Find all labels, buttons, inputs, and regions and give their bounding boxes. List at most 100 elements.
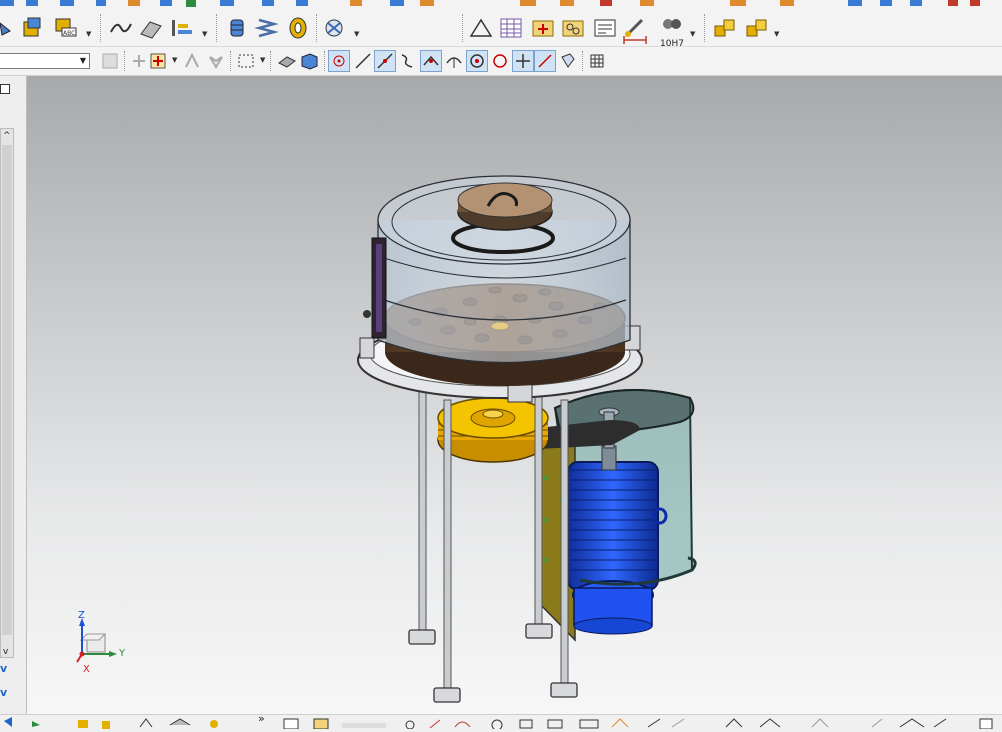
tool-table-button[interactable] [498, 16, 524, 40]
snap-on-curve-toggle[interactable] [534, 50, 556, 72]
selection-filter-dropdown[interactable]: ▼ [0, 53, 90, 69]
tool-icon [933, 718, 947, 728]
tool-icon [948, 0, 958, 6]
snap-quadrant-toggle[interactable] [490, 50, 510, 72]
tool-icon [611, 718, 629, 728]
leg-feet[interactable] [408, 623, 578, 703]
chevron-down-icon[interactable]: ▼ [80, 56, 86, 65]
axis-x-label: X [83, 664, 90, 675]
bottom-tool-icons[interactable] [4, 717, 993, 731]
tool-component-button[interactable] [744, 16, 770, 40]
toolbar-separator [100, 14, 102, 42]
toolbar-top-icons[interactable] [0, 0, 1002, 10]
tool-disabled-button[interactable] [100, 51, 120, 71]
tool-icon [579, 719, 599, 729]
chevron-down-icon[interactable]: v [0, 686, 7, 699]
snap-midpoint-toggle[interactable] [374, 50, 396, 72]
tool-solid-button[interactable] [298, 51, 320, 71]
snap-tangent-toggle[interactable] [444, 50, 464, 72]
tool-tolerance-button[interactable] [660, 15, 684, 33]
tool-icon [350, 0, 362, 6]
toolbar-row-2: ▼ ▼ ▼ [0, 47, 1002, 76]
toolbar-separator [124, 51, 126, 71]
tool-box-select-button[interactable] [236, 51, 256, 71]
tool-icon [128, 0, 140, 6]
3d-viewport[interactable]: Z Y X [27, 76, 1002, 714]
tool-disabled-button[interactable] [206, 51, 226, 71]
axis-y-label: Y [119, 648, 126, 659]
tool-add-point-button[interactable] [148, 51, 170, 71]
chevron-down-icon[interactable]: ▼ [260, 56, 265, 64]
tool-icon [671, 718, 685, 728]
scroll-up-arrow[interactable]: ^ [3, 131, 11, 141]
tool-grid-button[interactable] [588, 51, 606, 71]
toolbar-separator [462, 14, 464, 42]
snap-face-toggle[interactable] [558, 50, 578, 72]
tool-icon [220, 0, 234, 6]
model-render[interactable] [27, 76, 1002, 714]
toolbar-separator [316, 14, 318, 42]
tool-icon [519, 719, 533, 729]
chevron-down-icon[interactable]: ▼ [690, 30, 695, 38]
tool-snap-disabled-button[interactable] [130, 51, 148, 71]
tool-sweep-button[interactable] [138, 16, 164, 40]
chevron-down-icon[interactable]: ▼ [774, 30, 779, 38]
tool-surface-button[interactable] [108, 16, 134, 40]
tool-icon [4, 717, 12, 727]
tool-text-button[interactable]: ABC [54, 16, 80, 40]
snap-point-toggle[interactable] [512, 50, 534, 72]
tool-shaded-button[interactable] [276, 51, 298, 71]
bottom-toolbar: » [0, 712, 1002, 731]
snap-intersection-toggle[interactable] [420, 50, 442, 72]
dimension-icon[interactable] [622, 34, 648, 46]
svg-text:ABC: ABC [63, 30, 75, 37]
tool-icon [910, 0, 922, 6]
chevron-down-icon[interactable]: ▼ [172, 56, 177, 64]
tool-extrude-button[interactable] [20, 16, 44, 40]
tool-projected-view-button[interactable] [560, 16, 586, 40]
tool-rib-button[interactable] [170, 16, 198, 40]
scrollbar-thumb[interactable] [2, 145, 12, 635]
snap-curve-toggle[interactable] [398, 50, 418, 72]
tool-icon [160, 0, 172, 6]
tool-disabled-button[interactable] [182, 51, 202, 71]
tool-view-add-button[interactable] [530, 16, 556, 40]
panel-restore-button[interactable] [0, 84, 10, 94]
tool-icon [342, 723, 386, 728]
tool-assembly-button[interactable] [712, 16, 738, 40]
tool-icon [725, 718, 743, 728]
tool-bearing-button[interactable] [286, 16, 310, 40]
tool-icon [429, 719, 441, 729]
chevron-down-icon[interactable]: v [0, 662, 7, 675]
tool-icon [139, 718, 153, 728]
snap-endpoint-toggle[interactable] [328, 50, 350, 72]
tool-icon [848, 0, 862, 6]
drive-pulley[interactable] [437, 397, 549, 463]
tool-icon [759, 718, 781, 728]
scroll-down-arrow[interactable]: v [3, 647, 8, 657]
tool-icon [60, 0, 74, 6]
tool-sketch-button[interactable] [0, 17, 12, 39]
overflow-chevron-icon[interactable]: » [258, 712, 265, 725]
scrollbar[interactable]: ^ v [0, 128, 14, 658]
tool-cylinder-button[interactable] [226, 16, 248, 40]
chevron-down-icon[interactable]: ▼ [354, 30, 359, 38]
tool-icon [600, 0, 612, 6]
tool-spring-button[interactable] [254, 16, 280, 40]
side-latch[interactable] [363, 237, 387, 339]
chevron-down-icon[interactable]: ▼ [86, 30, 91, 38]
tool-icon [96, 0, 106, 6]
chevron-down-icon[interactable]: ▼ [202, 30, 207, 38]
tool-icon [186, 0, 196, 7]
tool-icon [210, 720, 218, 728]
toolbar-separator [704, 14, 706, 42]
tool-icon [0, 0, 14, 6]
tool-gear-button[interactable] [322, 16, 348, 40]
tool-icon [32, 721, 40, 727]
snap-line-toggle[interactable] [352, 50, 374, 72]
triangle-icon[interactable] [468, 16, 494, 40]
coordinate-triad: Z Y X [71, 610, 131, 680]
snap-center-toggle[interactable] [466, 50, 488, 72]
toolbar-separator [270, 51, 272, 71]
tool-note-button[interactable] [592, 16, 618, 40]
